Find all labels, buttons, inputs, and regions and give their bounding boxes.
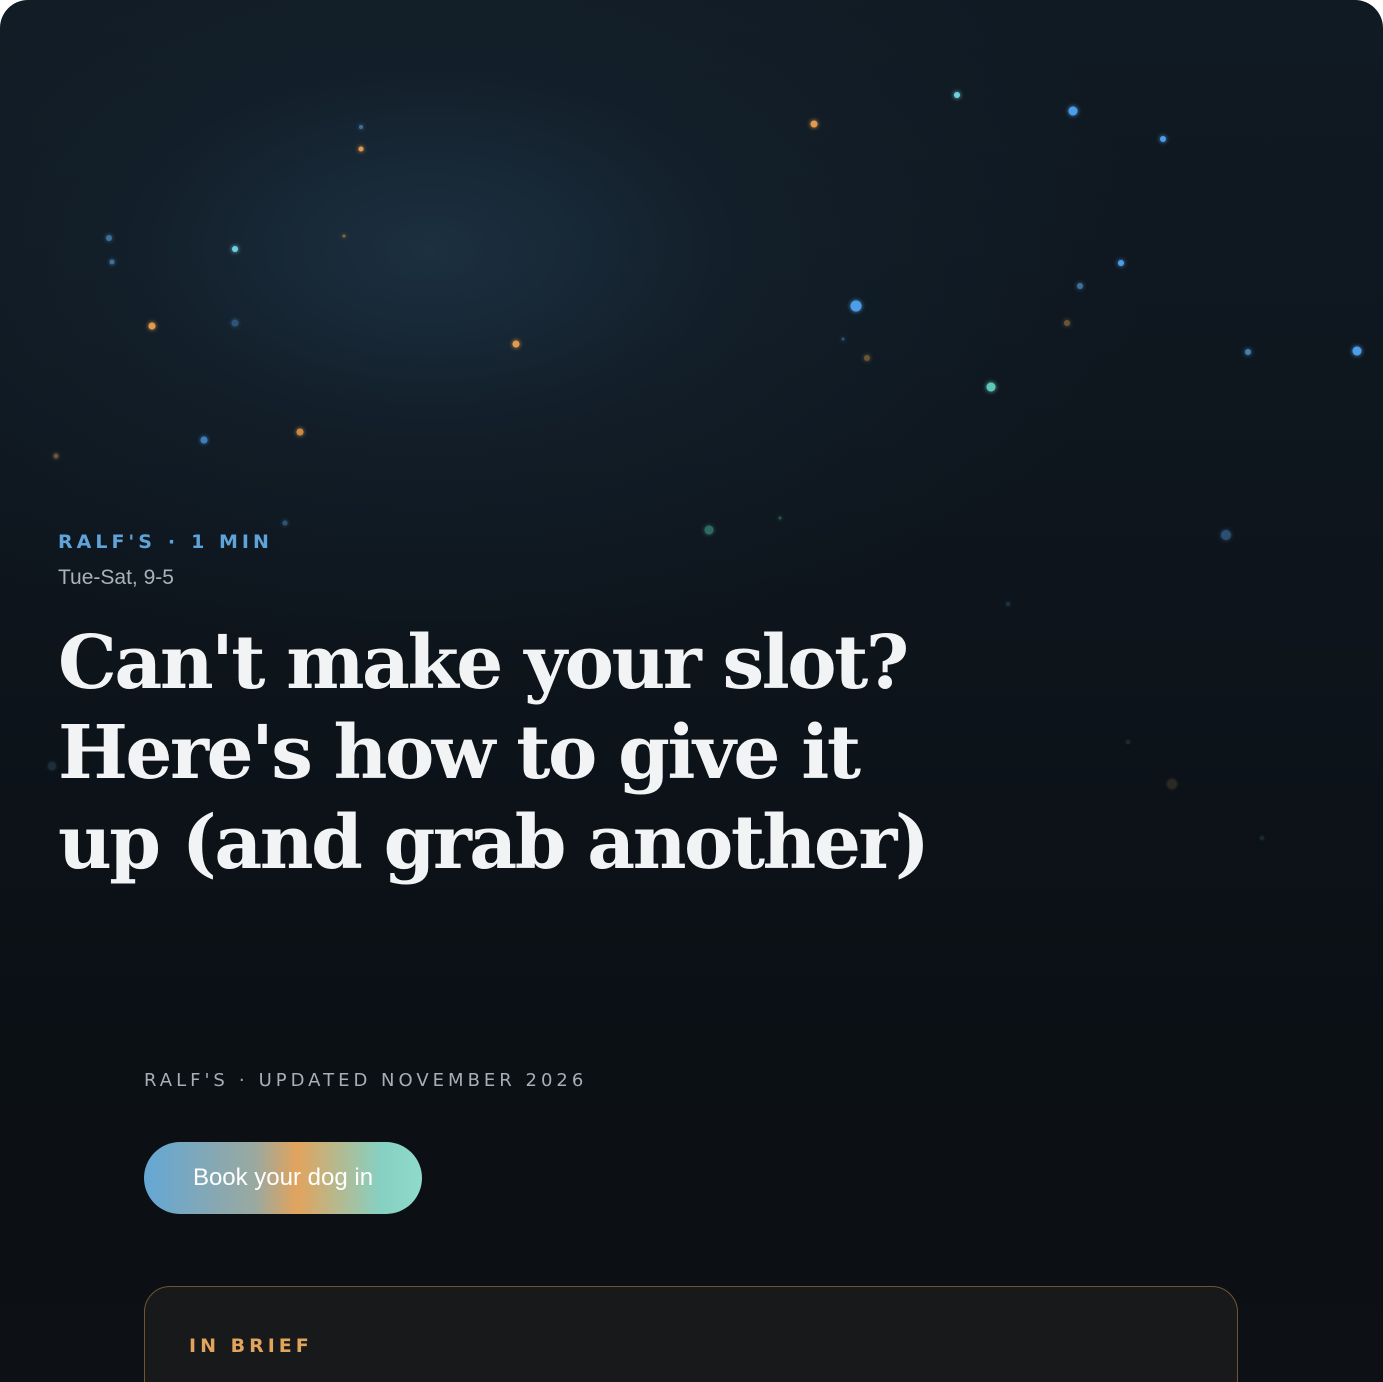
eyebrow-separator: · xyxy=(167,531,180,553)
star-dot xyxy=(1245,349,1251,355)
star-dot xyxy=(231,319,239,327)
star-dot xyxy=(1118,260,1124,266)
star-dot xyxy=(841,337,845,341)
in-brief-label: IN BRIEF xyxy=(189,1335,313,1357)
star-dot xyxy=(1064,320,1070,326)
star-dot xyxy=(850,300,862,312)
page: RALF'S · 1 MIN Tue-Sat, 9-5 Can't make you… xyxy=(0,0,1383,1382)
eyebrow: RALF'S · 1 MIN xyxy=(58,528,1058,556)
star-dot xyxy=(1160,136,1166,142)
star-dot xyxy=(48,762,56,770)
star-dot xyxy=(986,382,996,392)
star-dot xyxy=(106,235,112,241)
star-dot xyxy=(1167,779,1177,789)
opening-hours: Tue-Sat, 9-5 xyxy=(58,566,174,589)
star-dot xyxy=(954,92,960,98)
star-dot xyxy=(1068,106,1078,116)
star-dot xyxy=(109,259,115,265)
star-dot xyxy=(200,436,208,444)
updated-date: UPDATED NOVEMBER 2026 xyxy=(258,1070,588,1091)
hero: RALF'S · 1 MIN Tue-Sat, 9-5 Can't make you… xyxy=(58,528,1058,888)
star-dot xyxy=(1077,283,1083,289)
meta-brand: RALF'S xyxy=(144,1070,229,1091)
star-dot xyxy=(1260,836,1264,840)
star-dot xyxy=(232,246,238,252)
star-dot xyxy=(1221,530,1231,540)
read-time: 1 MIN xyxy=(191,531,273,553)
star-dot xyxy=(1126,740,1130,744)
eyebrow-brand: RALF'S xyxy=(58,531,156,553)
star-dot xyxy=(148,322,156,330)
star-dot xyxy=(342,234,346,238)
star-dot xyxy=(810,120,818,128)
star-dot xyxy=(778,516,782,520)
star-dot xyxy=(282,520,288,526)
star-dot xyxy=(53,453,59,459)
star-dot xyxy=(512,340,520,348)
article-meta: RALF'S · UPDATED NOVEMBER 2026 xyxy=(144,1070,587,1091)
meta-separator: · xyxy=(238,1070,249,1091)
star-dot xyxy=(359,125,363,129)
in-brief-card: IN BRIEF xyxy=(144,1286,1238,1382)
star-dot xyxy=(358,146,364,152)
star-dot xyxy=(1352,346,1362,356)
page-title: Can't make your slot? Here's how to give… xyxy=(58,620,930,886)
star-dot xyxy=(296,428,304,436)
star-dot xyxy=(864,355,870,361)
book-dog-button[interactable]: Book your dog in xyxy=(144,1142,422,1214)
